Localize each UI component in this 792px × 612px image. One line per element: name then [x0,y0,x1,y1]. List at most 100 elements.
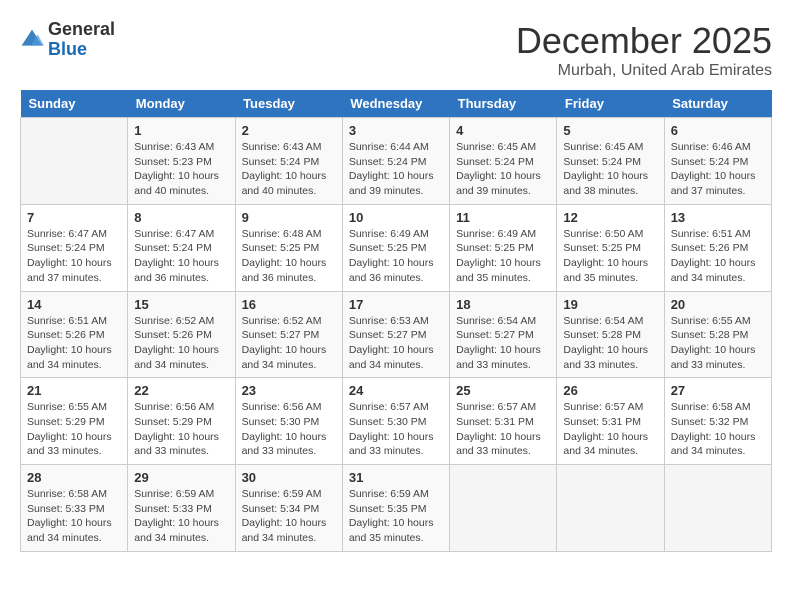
day-cell: 13 Sunrise: 6:51 AM Sunset: 5:26 PM Dayli… [664,204,771,291]
day-info: Sunrise: 6:55 AM Sunset: 5:29 PM Dayligh… [27,400,121,459]
week-row-3: 14 Sunrise: 6:51 AM Sunset: 5:26 PM Dayli… [21,291,772,378]
day-number: 13 [671,210,765,225]
calendar-table: SundayMondayTuesdayWednesdayThursdayFrid… [20,90,772,552]
day-cell: 27 Sunrise: 6:58 AM Sunset: 5:32 PM Dayli… [664,378,771,465]
day-cell: 1Sunrise: 6:43 AM Sunset: 5:23 PM Daylig… [128,118,235,205]
header-row: SundayMondayTuesdayWednesdayThursdayFrid… [21,90,772,118]
day-number: 14 [27,297,121,312]
day-number: 27 [671,383,765,398]
title-area: December 2025 Murbah, United Arab Emirat… [516,20,772,80]
day-number: 16 [242,297,336,312]
day-cell: 18Sunrise: 6:54 AM Sunset: 5:27 PM Dayli… [450,291,557,378]
day-cell: 16 Sunrise: 6:52 AM Sunset: 5:27 PM Dayli… [235,291,342,378]
day-cell: 25Sunrise: 6:57 AM Sunset: 5:31 PM Dayli… [450,378,557,465]
day-cell: 11 Sunrise: 6:49 AM Sunset: 5:25 PM Dayli… [450,204,557,291]
day-number: 25 [456,383,550,398]
day-cell: 14 Sunrise: 6:51 AM Sunset: 5:26 PM Dayli… [21,291,128,378]
day-cell: 4Sunrise: 6:45 AM Sunset: 5:24 PM Daylig… [450,118,557,205]
day-number: 8 [134,210,228,225]
day-info: Sunrise: 6:56 AM Sunset: 5:29 PM Dayligh… [134,400,228,459]
day-info: Sunrise: 6:55 AM Sunset: 5:28 PM Dayligh… [671,314,765,373]
day-info: Sunrise: 6:53 AM Sunset: 5:27 PM Dayligh… [349,314,443,373]
day-cell: 21 Sunrise: 6:55 AM Sunset: 5:29 PM Dayli… [21,378,128,465]
day-cell: 7 Sunrise: 6:47 AM Sunset: 5:24 PM Daylig… [21,204,128,291]
day-info: Sunrise: 6:45 AM Sunset: 5:24 PM Dayligh… [563,140,657,199]
day-info: Sunrise: 6:45 AM Sunset: 5:24 PM Dayligh… [456,140,550,199]
day-number: 17 [349,297,443,312]
day-info: Sunrise: 6:58 AM Sunset: 5:33 PM Dayligh… [27,487,121,546]
day-number: 23 [242,383,336,398]
column-header-friday: Friday [557,90,664,118]
logo: General Blue [20,20,115,60]
day-number: 21 [27,383,121,398]
day-number: 12 [563,210,657,225]
week-row-1: 1Sunrise: 6:43 AM Sunset: 5:23 PM Daylig… [21,118,772,205]
day-info: Sunrise: 6:49 AM Sunset: 5:25 PM Dayligh… [456,227,550,286]
day-number: 9 [242,210,336,225]
day-info: Sunrise: 6:51 AM Sunset: 5:26 PM Dayligh… [27,314,121,373]
day-number: 18 [456,297,550,312]
day-cell [450,465,557,552]
day-number: 24 [349,383,443,398]
day-cell: 15 Sunrise: 6:52 AM Sunset: 5:26 PM Dayli… [128,291,235,378]
column-header-saturday: Saturday [664,90,771,118]
week-row-5: 28 Sunrise: 6:58 AM Sunset: 5:33 PM Dayli… [21,465,772,552]
day-number: 28 [27,470,121,485]
day-number: 15 [134,297,228,312]
logo-icon [20,28,44,52]
day-cell: 6Sunrise: 6:46 AM Sunset: 5:24 PM Daylig… [664,118,771,205]
day-cell: 31 Sunrise: 6:59 AM Sunset: 5:35 PM Dayli… [342,465,449,552]
day-number: 22 [134,383,228,398]
day-cell: 3 Sunrise: 6:44 AM Sunset: 5:24 PM Daylig… [342,118,449,205]
header: General Blue December 2025 Murbah, Unite… [20,20,772,80]
day-info: Sunrise: 6:59 AM Sunset: 5:35 PM Dayligh… [349,487,443,546]
day-info: Sunrise: 6:59 AM Sunset: 5:33 PM Dayligh… [134,487,228,546]
day-info: Sunrise: 6:58 AM Sunset: 5:32 PM Dayligh… [671,400,765,459]
day-info: Sunrise: 6:48 AM Sunset: 5:25 PM Dayligh… [242,227,336,286]
logo-blue: Blue [48,39,87,59]
day-cell [21,118,128,205]
day-info: Sunrise: 6:59 AM Sunset: 5:34 PM Dayligh… [242,487,336,546]
day-info: Sunrise: 6:54 AM Sunset: 5:28 PM Dayligh… [563,314,657,373]
day-cell: 26 Sunrise: 6:57 AM Sunset: 5:31 PM Dayli… [557,378,664,465]
day-cell [664,465,771,552]
day-info: Sunrise: 6:50 AM Sunset: 5:25 PM Dayligh… [563,227,657,286]
day-info: Sunrise: 6:43 AM Sunset: 5:24 PM Dayligh… [242,140,336,199]
column-header-sunday: Sunday [21,90,128,118]
day-cell: 12 Sunrise: 6:50 AM Sunset: 5:25 PM Dayli… [557,204,664,291]
day-cell: 22 Sunrise: 6:56 AM Sunset: 5:29 PM Dayli… [128,378,235,465]
day-cell: 17 Sunrise: 6:53 AM Sunset: 5:27 PM Dayli… [342,291,449,378]
day-info: Sunrise: 6:52 AM Sunset: 5:26 PM Dayligh… [134,314,228,373]
day-info: Sunrise: 6:56 AM Sunset: 5:30 PM Dayligh… [242,400,336,459]
column-header-tuesday: Tuesday [235,90,342,118]
day-cell: 19Sunrise: 6:54 AM Sunset: 5:28 PM Dayli… [557,291,664,378]
day-cell: 2Sunrise: 6:43 AM Sunset: 5:24 PM Daylig… [235,118,342,205]
day-info: Sunrise: 6:44 AM Sunset: 5:24 PM Dayligh… [349,140,443,199]
day-number: 3 [349,123,443,138]
day-info: Sunrise: 6:49 AM Sunset: 5:25 PM Dayligh… [349,227,443,286]
week-row-2: 7 Sunrise: 6:47 AM Sunset: 5:24 PM Daylig… [21,204,772,291]
day-info: Sunrise: 6:46 AM Sunset: 5:24 PM Dayligh… [671,140,765,199]
day-cell: 30Sunrise: 6:59 AM Sunset: 5:34 PM Dayli… [235,465,342,552]
day-cell [557,465,664,552]
day-info: Sunrise: 6:57 AM Sunset: 5:30 PM Dayligh… [349,400,443,459]
month-title: December 2025 [516,20,772,62]
day-number: 31 [349,470,443,485]
day-number: 26 [563,383,657,398]
day-number: 7 [27,210,121,225]
column-header-monday: Monday [128,90,235,118]
location: Murbah, United Arab Emirates [516,62,772,80]
week-row-4: 21 Sunrise: 6:55 AM Sunset: 5:29 PM Dayli… [21,378,772,465]
day-info: Sunrise: 6:47 AM Sunset: 5:24 PM Dayligh… [134,227,228,286]
day-number: 1 [134,123,228,138]
day-info: Sunrise: 6:57 AM Sunset: 5:31 PM Dayligh… [563,400,657,459]
day-cell: 10Sunrise: 6:49 AM Sunset: 5:25 PM Dayli… [342,204,449,291]
day-info: Sunrise: 6:47 AM Sunset: 5:24 PM Dayligh… [27,227,121,286]
day-info: Sunrise: 6:51 AM Sunset: 5:26 PM Dayligh… [671,227,765,286]
day-cell: 9 Sunrise: 6:48 AM Sunset: 5:25 PM Daylig… [235,204,342,291]
column-header-thursday: Thursday [450,90,557,118]
day-cell: 5Sunrise: 6:45 AM Sunset: 5:24 PM Daylig… [557,118,664,205]
day-info: Sunrise: 6:52 AM Sunset: 5:27 PM Dayligh… [242,314,336,373]
day-cell: 29Sunrise: 6:59 AM Sunset: 5:33 PM Dayli… [128,465,235,552]
day-number: 11 [456,210,550,225]
